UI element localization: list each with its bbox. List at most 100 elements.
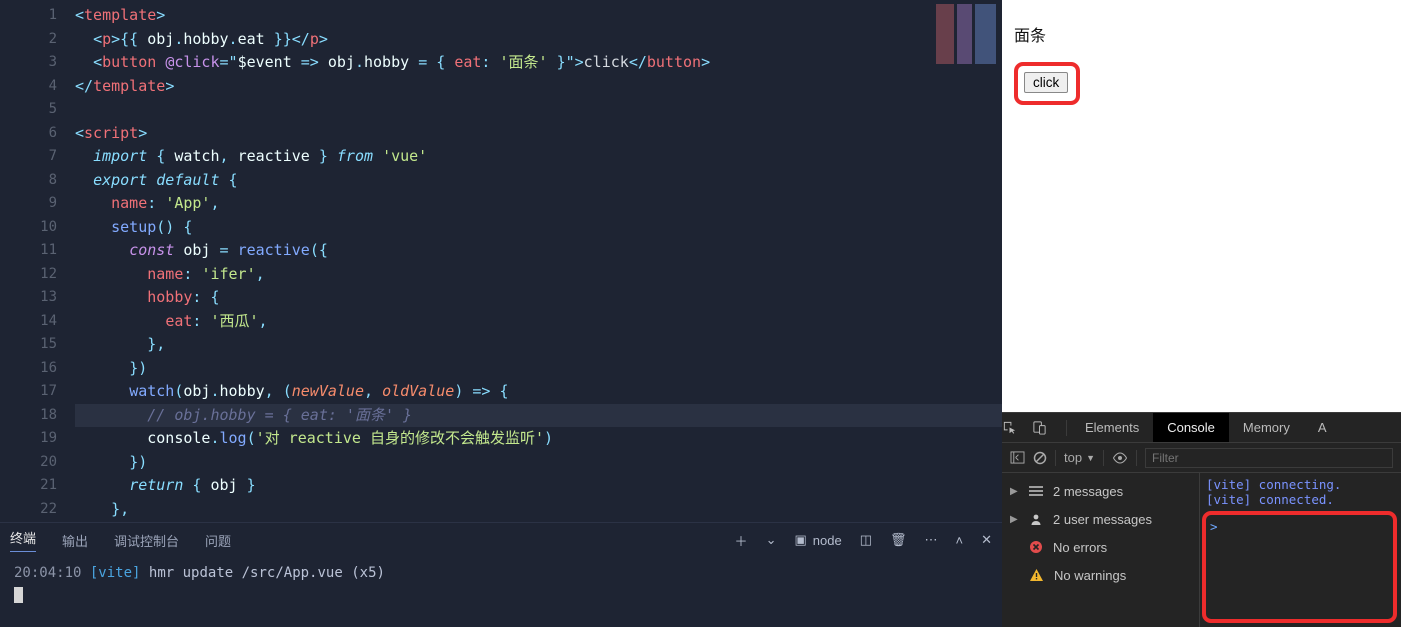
plus-icon[interactable]: ＋: [735, 531, 748, 550]
terminal-tabs: 终端 输出 调试控制台 问题 ＋ ⌄ ▣ node ◫ 🗑 ⋯ ˄ ✕: [0, 523, 1002, 557]
code-line[interactable]: return { obj }: [75, 474, 1002, 498]
line-number: 3: [0, 51, 57, 75]
code-line[interactable]: <template>: [75, 4, 1002, 28]
terminal-count: (x5): [351, 565, 385, 581]
code-line[interactable]: }): [75, 357, 1002, 381]
devtools-tab-console[interactable]: Console: [1153, 413, 1229, 442]
list-icon: [1029, 486, 1043, 497]
console-output[interactable]: [vite] connecting. [vite] connected. >: [1200, 473, 1401, 627]
browser-preview[interactable]: 面条 click: [1002, 0, 1401, 412]
sidebar-label: 2 messages: [1053, 484, 1123, 499]
devtools-tab-elements[interactable]: Elements: [1071, 413, 1153, 442]
console-sidebar: ▶ 2 messages ▶ 2 user messages No errors: [1002, 473, 1200, 627]
shell-selector[interactable]: ▣ node: [794, 532, 841, 548]
code-line[interactable]: eat: '西瓜',: [75, 310, 1002, 334]
chevron-down-icon: ▼: [1086, 453, 1095, 463]
line-number: 2: [0, 28, 57, 52]
code-line[interactable]: <script>: [75, 122, 1002, 146]
terminal-cursor: [14, 581, 988, 603]
console-line: [vite] connecting.: [1206, 477, 1395, 492]
device-icon[interactable]: [1032, 420, 1062, 435]
devtools-tab-memory[interactable]: Memory: [1229, 413, 1304, 442]
line-number: 4: [0, 75, 57, 99]
minimap[interactable]: [936, 4, 996, 64]
shell-label: node: [813, 533, 842, 548]
filter-input[interactable]: [1145, 448, 1393, 468]
error-icon: [1029, 540, 1043, 554]
terminal-line: 20:04:10 [vite] hmr update /src/App.vue …: [14, 565, 988, 581]
chevron-up-icon[interactable]: ˄: [956, 533, 964, 548]
terminal-icon: ▣: [794, 532, 806, 548]
line-number: 21: [0, 474, 57, 498]
devtools-tabs: Elements Console Memory A: [1002, 413, 1401, 443]
eye-icon[interactable]: [1112, 452, 1128, 464]
code-line[interactable]: console.log('对 reactive 自身的修改不会触发监听'): [75, 427, 1002, 451]
line-number: 16: [0, 357, 57, 381]
terminal-path: /src/App.vue: [242, 565, 343, 581]
line-number: 17: [0, 380, 57, 404]
devtools-tab-more[interactable]: A: [1304, 413, 1341, 442]
sidebar-row-user-messages[interactable]: ▶ 2 user messages: [1002, 505, 1199, 533]
code-line[interactable]: },: [75, 498, 1002, 522]
preview-output: 面条: [1014, 22, 1389, 46]
console-line: [vite] connected.: [1206, 492, 1395, 507]
code-line[interactable]: <p>{{ obj.hobby.eat }}</p>: [75, 28, 1002, 52]
context-selector[interactable]: top ▼: [1064, 450, 1095, 465]
code-line[interactable]: const obj = reactive({: [75, 239, 1002, 263]
terminal-body[interactable]: 20:04:10 [vite] hmr update /src/App.vue …: [0, 557, 1002, 627]
terminal-time: 20:04:10: [14, 565, 81, 581]
terminal-tab-debug[interactable]: 调试控制台: [114, 531, 179, 550]
code-line[interactable]: export default {: [75, 169, 1002, 193]
code-line[interactable]: name: 'ifer',: [75, 263, 1002, 287]
code-line[interactable]: name: 'App',: [75, 192, 1002, 216]
terminal-prefix: [vite]: [90, 565, 141, 581]
code-line[interactable]: watch(obj.hobby, (newValue, oldValue) =>…: [75, 380, 1002, 404]
line-number: 6: [0, 122, 57, 146]
trash-icon[interactable]: 🗑: [890, 532, 907, 548]
code-line[interactable]: // obj.hobby = { eat: '面条' }: [75, 404, 1002, 428]
code-line[interactable]: </template>: [75, 75, 1002, 99]
code-line[interactable]: [75, 98, 1002, 122]
code-line[interactable]: }): [75, 451, 1002, 475]
editor-pane: 12345678910111213141516171819202122 <tem…: [0, 0, 1002, 627]
sidebar-toggle-icon[interactable]: [1010, 451, 1025, 464]
chevron-down-icon[interactable]: ⌄: [766, 532, 777, 548]
terminal-tab-problems[interactable]: 问题: [205, 531, 231, 550]
annotation-highlight-box: click: [1014, 62, 1080, 105]
more-icon[interactable]: ⋯: [925, 532, 938, 548]
code-line[interactable]: setup() {: [75, 216, 1002, 240]
close-icon[interactable]: ✕: [981, 532, 992, 548]
line-number: 18: [0, 404, 57, 428]
preview-click-button[interactable]: click: [1024, 72, 1068, 93]
code-line[interactable]: },: [75, 333, 1002, 357]
line-number: 5: [0, 98, 57, 122]
line-number: 12: [0, 263, 57, 287]
sidebar-label: No warnings: [1054, 568, 1126, 583]
warn-icon: [1029, 568, 1044, 582]
devtools: Elements Console Memory A top ▼: [1002, 412, 1401, 627]
terminal-msg: hmr update: [149, 565, 233, 581]
sidebar-label: 2 user messages: [1053, 512, 1152, 527]
console-prompt: >: [1210, 519, 1218, 534]
line-number: 20: [0, 451, 57, 475]
line-number: 14: [0, 310, 57, 334]
line-number: 9: [0, 192, 57, 216]
code-line[interactable]: import { watch, reactive } from 'vue': [75, 145, 1002, 169]
code-line[interactable]: <button @click="$event => obj.hobby = { …: [75, 51, 1002, 75]
code-body[interactable]: <template> <p>{{ obj.hobby.eat }}</p> <b…: [75, 0, 1002, 522]
line-number: 11: [0, 239, 57, 263]
code-line[interactable]: hobby: {: [75, 286, 1002, 310]
line-number: 8: [0, 169, 57, 193]
sidebar-row-messages[interactable]: ▶ 2 messages: [1002, 477, 1199, 505]
clear-console-icon[interactable]: [1033, 451, 1047, 465]
inspect-icon[interactable]: [1002, 420, 1032, 435]
terminal-tab-terminal[interactable]: 终端: [10, 528, 36, 552]
code-area[interactable]: 12345678910111213141516171819202122 <tem…: [0, 0, 1002, 522]
terminal-tab-output[interactable]: 输出: [62, 531, 88, 550]
sidebar-row-warnings[interactable]: No warnings: [1002, 561, 1199, 589]
line-gutter: 12345678910111213141516171819202122: [0, 0, 75, 522]
triangle-icon: ▶: [1010, 486, 1019, 497]
right-pane: 面条 click Elements Console Memory A: [1002, 0, 1401, 627]
sidebar-row-errors[interactable]: No errors: [1002, 533, 1199, 561]
split-icon[interactable]: ◫: [860, 532, 872, 548]
